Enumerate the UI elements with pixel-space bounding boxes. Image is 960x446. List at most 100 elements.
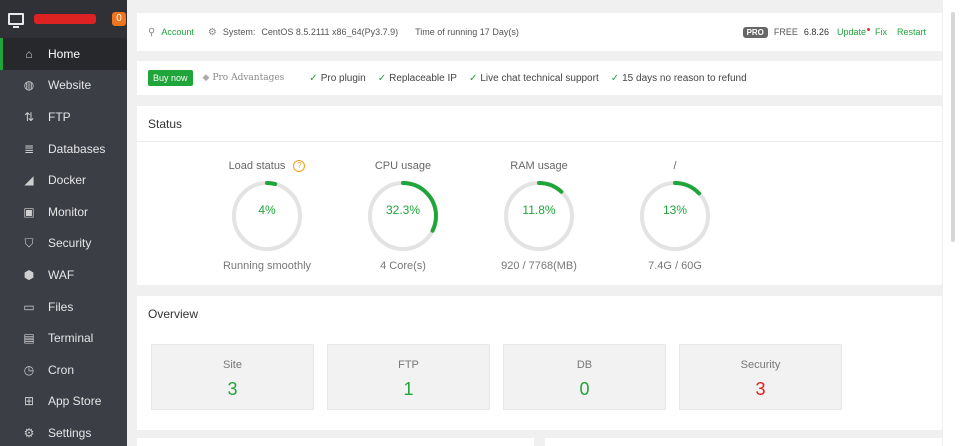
gauge-1[interactable]: CPU usage 32.3% 4 Core(s) [338, 158, 468, 272]
brand-header[interactable]: 0 [0, 0, 127, 38]
gauge-value: 13% [662, 203, 688, 217]
account-link[interactable]: Account [161, 27, 194, 37]
home-icon: ⌂ [25, 46, 33, 61]
uptime-text: Time of running 17 Day(s) [415, 27, 519, 37]
gauge-label: Load status [228, 160, 286, 172]
page-scrollbar[interactable] [943, 0, 960, 446]
gauge-label: RAM usage [510, 160, 568, 172]
sidebar-item-label: App Store [48, 394, 102, 409]
overview-label: DB [576, 359, 593, 371]
monitor-icon: ▣ [23, 204, 35, 219]
sidebar-item-label: Terminal [48, 331, 94, 346]
scrollbar-thumb[interactable] [951, 12, 955, 242]
check-icon: ✓ [610, 72, 620, 84]
transfer-icon: ⇅ [23, 109, 35, 124]
feature-item: ✓ Live chat technical support [469, 73, 599, 84]
pro-advantages-link[interactable]: ◆ Pro Advantages [203, 73, 285, 83]
gauge-subtext: 7.4G / 60G [648, 260, 702, 272]
system-value: CentOS 8.5.2111 x86_64(Py3.7.9) [261, 27, 399, 37]
check-icon: ✓ [468, 72, 478, 84]
pro-badge: PRO [742, 26, 768, 38]
sidebar-item-files[interactable]: ▭ Files [0, 291, 127, 323]
sidebar-item-label: Website [48, 78, 92, 93]
overview-card: Overview Site 3 FTP 1 DB 0 Security 3 [137, 296, 942, 430]
overview-label: Security [740, 359, 781, 371]
sidebar-item-website[interactable]: ◍ Website [0, 70, 127, 102]
gauge-value: 32.3% [385, 203, 421, 217]
sidebar-item-app-store[interactable]: ⊞ App Store [0, 386, 127, 418]
overview-ftp[interactable]: FTP 1 [327, 344, 490, 410]
overview-count: 3 [227, 379, 238, 399]
sidebar-item-security[interactable]: ⛉ Security [0, 228, 127, 260]
sidebar-item-label: WAF [48, 267, 75, 282]
sidebar-item-label: Files [48, 299, 74, 314]
docker-icon: ◢ [24, 173, 34, 188]
overview-count: 1 [403, 379, 414, 399]
bottom-left-card [137, 438, 534, 446]
update-label: Update [836, 27, 866, 37]
apps-icon: ⊞ [23, 394, 35, 409]
gear-icon: ⚙ [23, 425, 35, 440]
sidebar-item-docker[interactable]: ◢ Docker [0, 164, 127, 196]
fix-link[interactable]: Fix [875, 27, 887, 37]
gauge-subtext: 4 Core(s) [380, 260, 426, 272]
feature-item: ✓ Replaceable IP [378, 73, 457, 84]
sidebar-item-label: Home [48, 46, 81, 61]
sidebar-item-terminal[interactable]: ▤ Terminal [0, 322, 127, 354]
overview-count: 0 [579, 379, 590, 399]
database-icon: ≣ [23, 141, 35, 156]
sidebar-item-label: Docker [48, 173, 87, 188]
gauge-value: 11.8% [522, 203, 556, 217]
gauge-value: 4% [258, 203, 276, 217]
sidebar-item-cron[interactable]: ◷ Cron [0, 354, 127, 386]
version-number: 6.8.26 [803, 27, 829, 37]
sidebar-item-waf[interactable]: ⬢ WAF [0, 259, 127, 291]
sidebar-item-label: Security [48, 236, 92, 251]
feature-label: Pro plugin [320, 72, 366, 84]
gauge-2[interactable]: RAM usage 11.8% 920 / 7768(MB) [474, 158, 604, 272]
sidebar-item-ftp[interactable]: ⇅ FTP [0, 101, 127, 133]
gauge-label: CPU usage [374, 160, 432, 172]
help-icon[interactable]: ? [293, 160, 306, 172]
overview-db[interactable]: DB 0 [503, 344, 666, 410]
gauge-3[interactable]: / 13% 7.4G / 60G [610, 158, 740, 272]
diamond-icon: ◆ [202, 73, 210, 83]
sidebar-nav: ⌂ Home ◍ Website ⇅ FTP ≣ Databases ◢ Docker ▣ Monit… [0, 38, 127, 446]
edition-label: FREE [773, 27, 798, 37]
update-link[interactable]: Update [837, 27, 870, 37]
sidebar-item-label: Databases [48, 141, 106, 156]
buy-now-button[interactable]: Buy now [148, 70, 193, 86]
update-dot [866, 28, 870, 31]
sidebar-item-monitor[interactable]: ▣ Monitor [0, 196, 127, 228]
status-card: Status Load status? 4% Running smoothly CPU… [137, 106, 942, 285]
terminal-icon: ▤ [23, 331, 35, 346]
firewall-icon: ⬢ [23, 267, 35, 282]
notification-badge[interactable]: 0 [112, 12, 126, 26]
clock-icon: ◷ [23, 362, 35, 377]
restart-link[interactable]: Restart [897, 27, 926, 37]
feature-label: Replaceable IP [389, 72, 457, 84]
system-label: System: [222, 27, 256, 37]
sidebar-item-databases[interactable]: ≣ Databases [0, 133, 127, 165]
pro-advantages-label: Pro Advantages [212, 73, 285, 83]
sidebar-item-label: Monitor [48, 204, 89, 219]
overview-site[interactable]: Site 3 [151, 344, 314, 410]
sidebar-item-home[interactable]: ⌂ Home [0, 38, 127, 70]
sidebar-item-label: Settings [48, 425, 92, 440]
feature-label: 15 days no reason to refund [622, 72, 747, 84]
sidebar-item-label: Cron [48, 362, 75, 377]
server-info-bar: ⚲ Account ⚙ System: CentOS 8.5.2111 x86_… [137, 13, 942, 51]
gauge-label: / [673, 160, 677, 172]
sidebar-item-label: FTP [48, 109, 71, 124]
feature-list: ✓ Pro plugin ✓ Replaceable IP ✓ Live chat tec… [284, 73, 746, 84]
status-title: Status [137, 106, 942, 142]
shield-icon: ⛉ [24, 235, 34, 250]
check-icon: ✓ [377, 72, 387, 84]
pro-promo-bar: Buy now ◆ Pro Advantages ✓ Pro plugin ✓ Rep… [137, 61, 942, 95]
overview-count: 3 [755, 379, 766, 399]
globe-icon: ◍ [23, 78, 35, 93]
sidebar-item-settings[interactable]: ⚙ Settings [0, 417, 127, 446]
gear-icon: ⚙ [207, 26, 217, 38]
overview-security[interactable]: Security 3 [679, 344, 842, 410]
gauge-0[interactable]: Load status? 4% Running smoothly [202, 158, 332, 272]
